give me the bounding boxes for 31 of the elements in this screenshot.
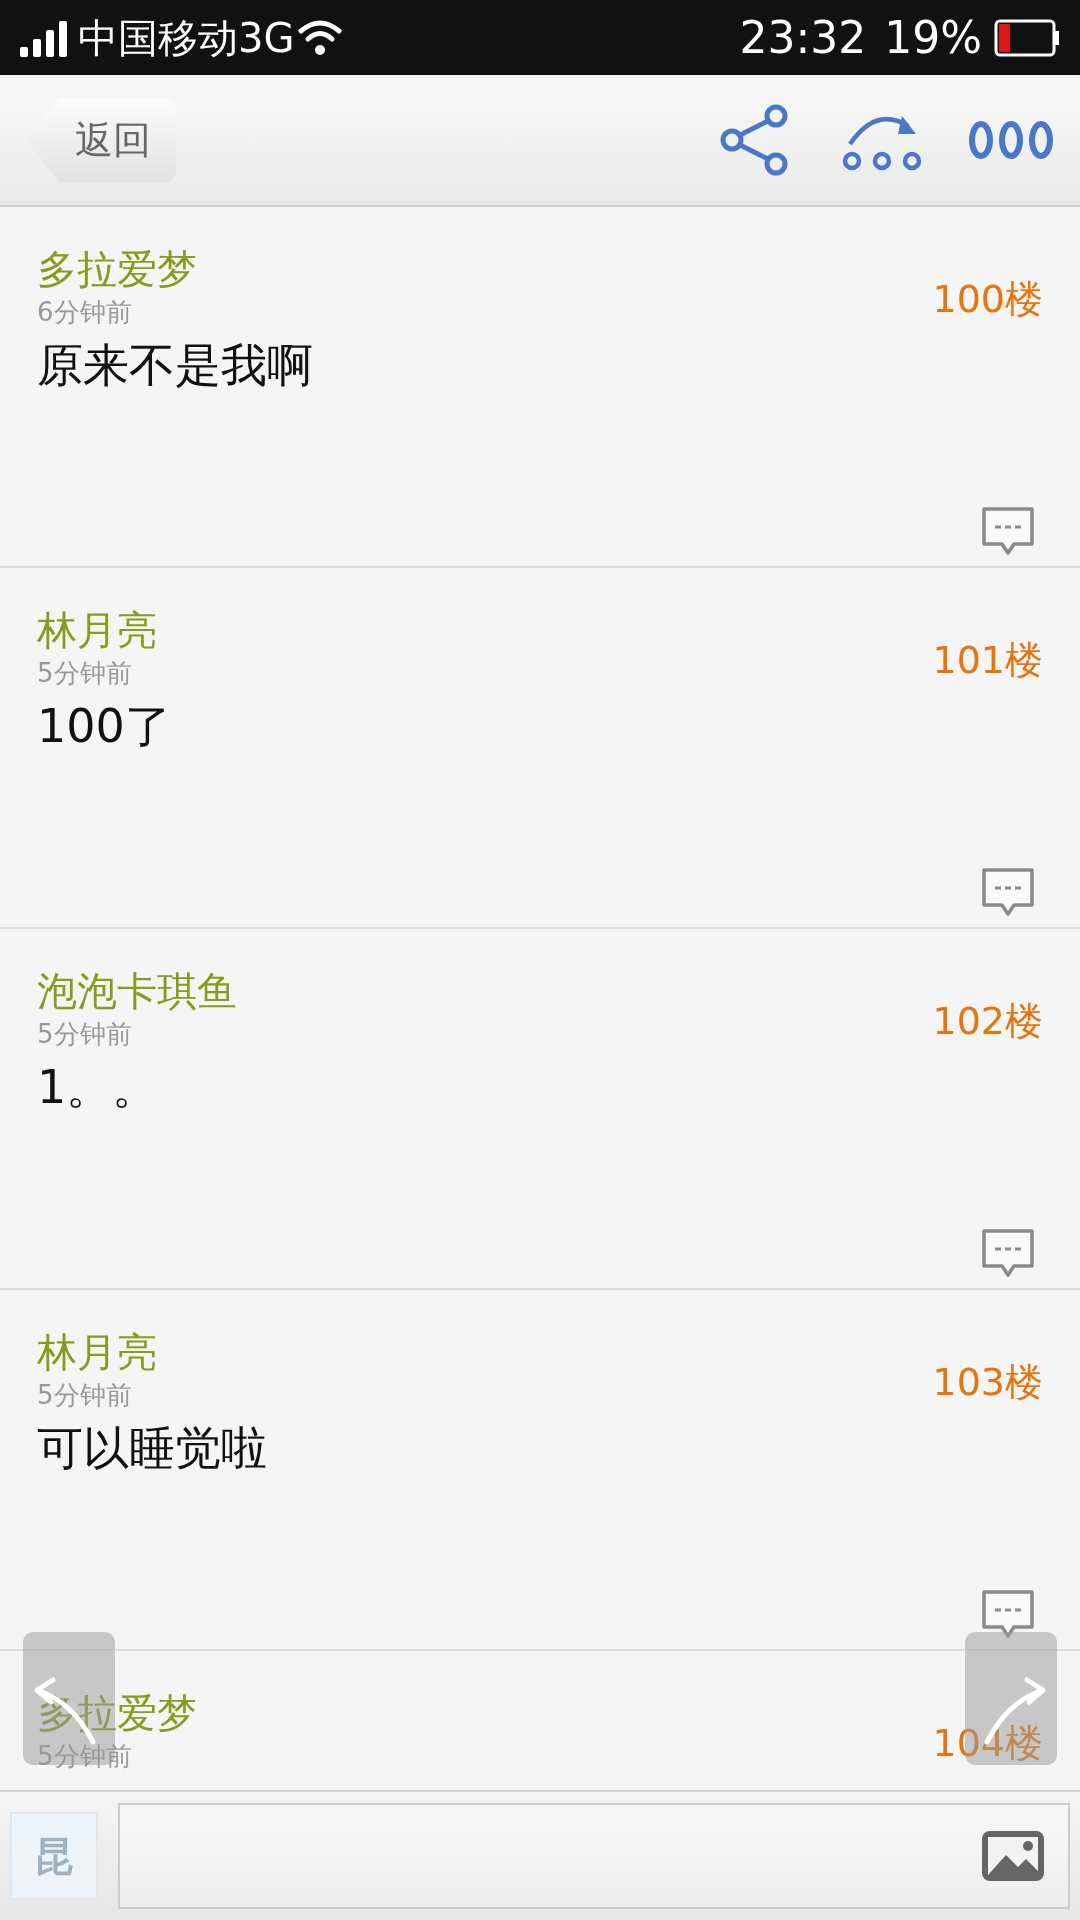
post-content: 原来不是我啊 xyxy=(37,337,313,394)
floor-number: 100楼 xyxy=(932,276,1043,323)
battery-icon xyxy=(994,18,1060,57)
comment-icon[interactable] xyxy=(980,867,1036,919)
message-input[interactable] xyxy=(118,1803,1070,1909)
signal-icon xyxy=(20,18,68,57)
post-time: 6分钟前 xyxy=(37,296,132,329)
post-content: 100了 xyxy=(37,698,171,755)
post-time: 5分钟前 xyxy=(37,1018,132,1051)
post-time: 5分钟前 xyxy=(37,1379,132,1412)
clock-time: 23:32 xyxy=(739,15,867,60)
more-icon[interactable] xyxy=(968,118,1054,162)
wifi-icon xyxy=(298,18,343,57)
emoji-button[interactable]: 昆 xyxy=(10,1812,98,1900)
floor-number: 102楼 xyxy=(932,998,1043,1045)
comment-icon[interactable] xyxy=(980,1228,1036,1280)
battery-percent: 19% xyxy=(884,15,982,60)
post-time: 5分钟前 xyxy=(37,657,132,690)
post-content: 可以睡觉啦 xyxy=(37,1420,267,1477)
comment-icon[interactable] xyxy=(980,506,1036,558)
floor-number: 103楼 xyxy=(932,1359,1043,1406)
post-content: 1。。 xyxy=(37,1059,159,1116)
author-name[interactable]: 多拉爱梦 xyxy=(37,243,197,295)
floor-number: 101楼 xyxy=(932,637,1043,684)
share-icon[interactable] xyxy=(718,104,790,176)
author-name[interactable]: 林月亮 xyxy=(37,1326,157,1378)
carrier-name: 中国移动3G xyxy=(78,17,295,58)
author-name[interactable]: 林月亮 xyxy=(37,604,157,656)
image-icon[interactable] xyxy=(982,1831,1044,1881)
comment-icon[interactable] xyxy=(980,1589,1036,1641)
author-name[interactable]: 泡泡卡琪鱼 xyxy=(37,965,237,1017)
